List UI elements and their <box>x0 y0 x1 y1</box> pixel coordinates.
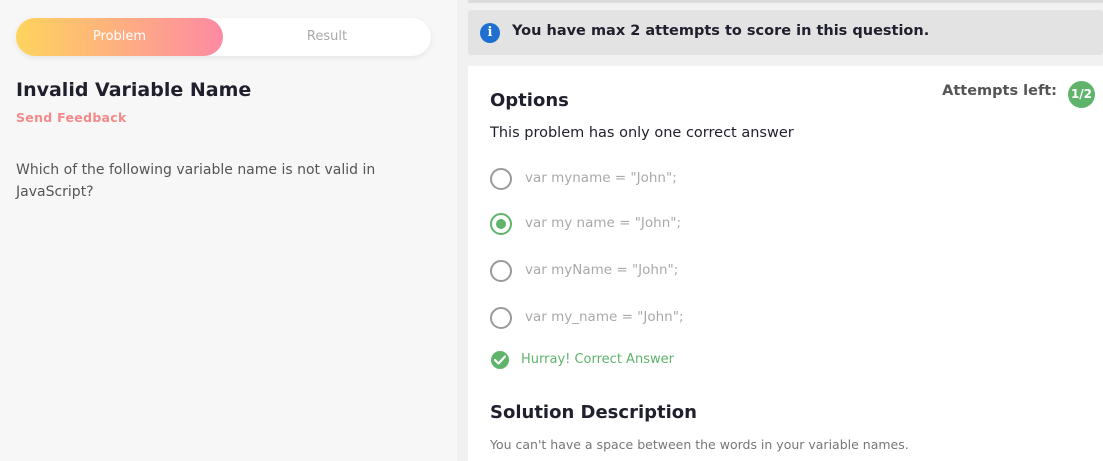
tab-result[interactable]: Result <box>223 18 431 56</box>
solution-title: Solution Description <box>490 402 697 423</box>
info-icon: i <box>480 23 500 43</box>
result-text: Hurray! Correct Answer <box>521 352 674 367</box>
attempts-info-banner: i You have max 2 attempts to score in th… <box>468 10 1103 55</box>
option-2[interactable]: var my name = "John"; <box>490 212 890 236</box>
options-card: Options Attempts left: 1/2 This problem … <box>468 66 1103 461</box>
radio-button-selected[interactable] <box>490 213 512 235</box>
option-label: var my_name = "John"; <box>525 309 684 325</box>
solution-text: You can't have a space between the words… <box>490 437 909 452</box>
top-divider <box>468 0 1103 3</box>
check-circle-icon <box>491 351 509 369</box>
question-title: Invalid Variable Name <box>16 79 252 101</box>
option-1[interactable]: var myname = "John"; <box>490 167 890 191</box>
option-3[interactable]: var myName = "John"; <box>490 259 890 283</box>
option-label: var my name = "John"; <box>525 215 682 231</box>
option-label: var myName = "John"; <box>525 262 679 278</box>
question-text: Which of the following variable name is … <box>16 162 376 200</box>
radio-button[interactable] <box>490 260 512 282</box>
options-subtitle: This problem has only one correct answer <box>490 125 794 141</box>
send-feedback-link[interactable]: Send Feedback <box>16 110 127 125</box>
radio-button[interactable] <box>490 168 512 190</box>
problem-panel: Problem Result Invalid Variable Name Sen… <box>0 0 457 461</box>
radio-button[interactable] <box>490 307 512 329</box>
option-label: var myname = "John"; <box>525 170 677 186</box>
attempts-left-badge: 1/2 <box>1068 81 1095 108</box>
tab-problem[interactable]: Problem <box>16 18 223 56</box>
tab-bar: Problem Result <box>16 18 431 56</box>
options-title: Options <box>490 90 569 111</box>
attempts-left-label: Attempts left: <box>942 83 1057 99</box>
banner-text: You have max 2 attempts to score in this… <box>512 23 930 39</box>
option-4[interactable]: var my_name = "John"; <box>490 306 890 330</box>
